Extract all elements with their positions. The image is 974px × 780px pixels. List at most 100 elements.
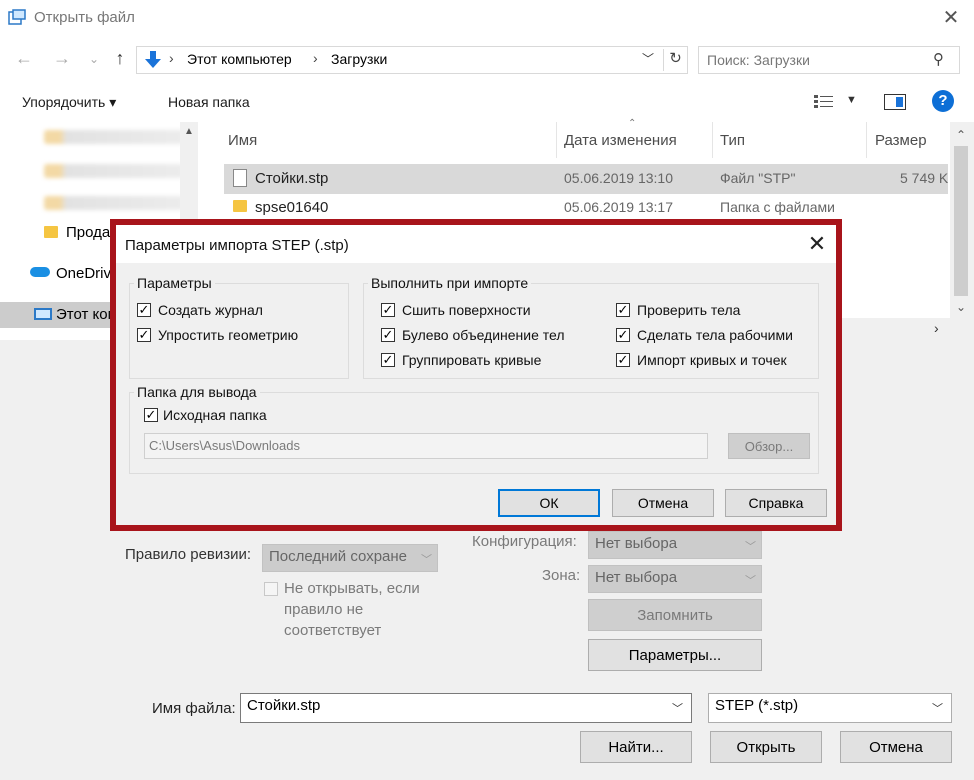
scroll-up-icon[interactable]: ▲ <box>184 126 194 137</box>
dont-open-checkbox[interactable] <box>264 582 278 596</box>
parameters-button[interactable]: Параметры... <box>588 639 762 671</box>
open-button[interactable]: Открыть <box>710 731 822 763</box>
blurred-quick-access-item[interactable] <box>44 164 184 178</box>
browse-button[interactable]: Обзор... <box>728 433 810 459</box>
column-header-size[interactable]: Размер <box>875 132 927 149</box>
scrollbar-thumb[interactable] <box>954 146 968 296</box>
column-header-type[interactable]: Тип <box>720 132 745 149</box>
file-list-scrollbar[interactable]: ⌃ ⌄ <box>950 122 974 340</box>
ok-button[interactable]: ОК <box>498 489 600 517</box>
step-import-dialog: Параметры импорта STEP (.stp) ✕ Параметр… <box>116 225 836 525</box>
configuration-label: Конфигурация: <box>472 533 577 550</box>
table-row[interactable]: Стойки.stp 05.06.2019 13:10 Файл "STP" 5… <box>224 164 948 194</box>
file-date: 05.06.2019 13:17 <box>564 199 673 215</box>
search-input[interactable] <box>705 50 925 70</box>
simplify-geometry-label[interactable]: Упростить геометрию <box>158 327 298 343</box>
chevron-down-icon[interactable]: ﹀ <box>672 700 683 716</box>
organize-button[interactable]: Упорядочить ▾ <box>22 94 116 111</box>
nav-item-this-pc[interactable]: Этот ком <box>56 306 118 323</box>
file-name-value: Стойки.stp <box>247 697 321 714</box>
column-header-name[interactable]: Имя <box>228 132 257 149</box>
file-name-label: Имя файла: <box>152 700 236 717</box>
file-name: Стойки.stp <box>255 170 329 187</box>
file-date: 05.06.2019 13:10 <box>564 170 673 186</box>
scroll-down-icon[interactable]: ⌄ <box>956 300 966 314</box>
dialog-highlight-frame: Параметры импорта STEP (.stp) ✕ Параметр… <box>110 219 842 531</box>
group-curves-checkbox[interactable]: ✓ <box>381 353 395 367</box>
up-arrow-icon[interactable]: ↑ <box>108 48 132 69</box>
chevron-down-icon: ﹀ <box>421 554 432 566</box>
dialog-title-bar: Параметры импорта STEP (.stp) ✕ <box>116 225 836 263</box>
view-dropdown-icon[interactable]: ▼ <box>846 94 857 106</box>
check-bodies-label[interactable]: Проверить тела <box>637 302 740 318</box>
breadcrumb-downloads[interactable]: Загрузки <box>331 51 387 67</box>
address-dropdown-chevron-icon[interactable]: ﹀ <box>642 50 654 67</box>
close-window-button[interactable]: ✕ <box>938 6 964 30</box>
file-type-value: STEP (*.stp) <box>715 697 799 714</box>
chevron-down-icon: ﹀ <box>932 703 943 715</box>
revision-rule-select[interactable]: Последний сохране ﹀ <box>262 544 438 572</box>
check-bodies-checkbox[interactable]: ✓ <box>616 303 630 317</box>
view-options-icon[interactable] <box>814 94 834 110</box>
recent-locations-chevron-icon[interactable]: ⌄ <box>82 52 106 66</box>
boolean-union-label[interactable]: Булево объединение тел <box>402 327 565 343</box>
nav-item-onedrive[interactable]: OneDriv <box>56 265 111 282</box>
blurred-quick-access-item[interactable] <box>44 130 184 144</box>
configuration-value: Нет выбора <box>595 535 678 552</box>
make-bodies-working-checkbox[interactable]: ✓ <box>616 328 630 342</box>
output-path-value: C:\Users\Asus\Downloads <box>149 438 300 453</box>
open-file-app-icon <box>8 9 26 25</box>
file-type: Файл "STP" <box>720 170 796 186</box>
breadcrumb-this-pc[interactable]: Этот компьютер <box>187 51 292 67</box>
make-bodies-working-label[interactable]: Сделать тела рабочими <box>637 327 793 343</box>
column-divider[interactable] <box>866 122 867 158</box>
back-arrow-icon[interactable]: ← <box>12 48 36 69</box>
source-folder-checkbox[interactable]: ✓ <box>144 408 158 422</box>
boolean-union-checkbox[interactable]: ✓ <box>381 328 395 342</box>
table-row[interactable]: spse01640 05.06.2019 13:17 Папка с файла… <box>224 194 948 220</box>
folder-icon <box>44 226 58 238</box>
forward-arrow-icon[interactable]: → <box>50 48 74 69</box>
simplify-geometry-checkbox[interactable]: ✓ <box>137 328 151 342</box>
configuration-select[interactable]: Нет выбора ﹀ <box>588 531 762 559</box>
zone-select[interactable]: Нет выбора ﹀ <box>588 565 762 593</box>
stitch-surfaces-label[interactable]: Сшить поверхности <box>402 302 531 318</box>
address-bar[interactable]: › Этот компьютер › Загрузки ﹀ ↻ <box>136 46 688 74</box>
scroll-right-icon[interactable]: › <box>934 320 939 336</box>
column-divider[interactable] <box>556 122 557 158</box>
group-curves-label[interactable]: Группировать кривые <box>402 352 541 368</box>
file-name-input[interactable]: Стойки.stp ﹀ <box>240 693 692 723</box>
cancel-button[interactable]: Отмена <box>840 731 952 763</box>
import-curves-points-label[interactable]: Импорт кривых и точек <box>637 352 787 368</box>
column-divider[interactable] <box>712 122 713 158</box>
blurred-quick-access-item[interactable] <box>44 196 184 210</box>
stitch-surfaces-checkbox[interactable]: ✓ <box>381 303 395 317</box>
dialog-cancel-button[interactable]: Отмена <box>612 489 714 517</box>
close-icon: ✕ <box>807 231 827 256</box>
source-folder-label[interactable]: Исходная папка <box>163 407 267 423</box>
refresh-icon[interactable]: ↻ <box>663 49 687 71</box>
remember-button[interactable]: Запомнить <box>588 599 762 631</box>
create-log-checkbox[interactable]: ✓ <box>137 303 151 317</box>
dont-open-label-line2: правило не <box>284 601 364 618</box>
search-box[interactable]: ⚲ <box>698 46 960 74</box>
help-icon[interactable]: ? <box>932 90 954 112</box>
title-bar: Открыть файл ✕ <box>0 0 974 38</box>
import-curves-points-checkbox[interactable]: ✓ <box>616 353 630 367</box>
find-button[interactable]: Найти... <box>580 731 692 763</box>
help-button[interactable]: Справка <box>725 489 827 517</box>
nav-item-folder[interactable]: Прода <box>66 224 110 241</box>
column-header-date[interactable]: Дата изменения <box>564 132 677 149</box>
search-icon[interactable]: ⚲ <box>933 50 944 68</box>
output-path-input[interactable]: C:\Users\Asus\Downloads <box>144 433 708 459</box>
new-folder-button[interactable]: Новая папка <box>168 94 250 110</box>
file-icon <box>233 169 247 187</box>
toolbar: Упорядочить ▾ Новая папка ▼ ? <box>0 82 974 122</box>
file-type-select[interactable]: STEP (*.stp) ﹀ <box>708 693 952 723</box>
file-name: spse01640 <box>255 199 329 216</box>
create-log-label[interactable]: Создать журнал <box>158 302 263 318</box>
dialog-close-button[interactable]: ✕ <box>804 231 830 257</box>
window-title: Открыть файл <box>34 9 135 26</box>
preview-pane-icon[interactable] <box>884 94 906 110</box>
scroll-up-icon[interactable]: ⌃ <box>956 128 966 142</box>
